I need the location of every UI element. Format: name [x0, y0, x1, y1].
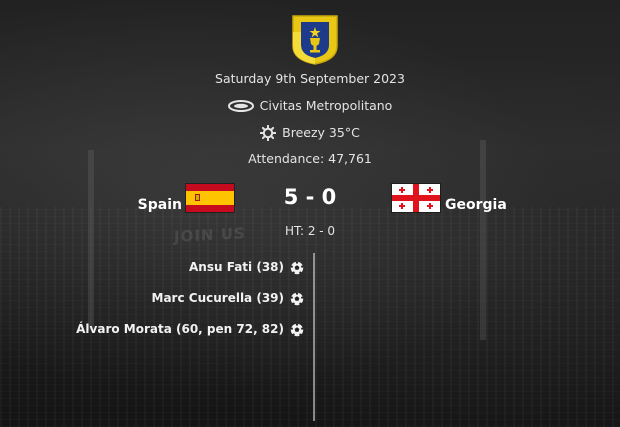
stand-pillar — [480, 140, 486, 340]
final-score: 5 - 0 — [283, 185, 337, 209]
football-icon — [290, 261, 304, 275]
home-scorer[interactable]: Marc Cucurella (39) — [152, 291, 284, 305]
football-icon — [290, 323, 304, 337]
half-time-score: HT: 2 - 0 — [284, 224, 336, 238]
home-scorer[interactable]: Ansu Fati (38) — [189, 260, 284, 274]
stadium-row: Civitas Metropolitano — [0, 97, 620, 113]
competition-logo — [292, 15, 338, 65]
away-team-flag[interactable] — [392, 184, 440, 212]
stand-pillar — [88, 150, 94, 330]
home-scorer[interactable]: Álvaro Morata (60, pen 72, 82) — [76, 322, 284, 336]
weather-icon — [260, 124, 277, 141]
stadium-icon — [227, 99, 254, 112]
match-date: Saturday 9th September 2023 — [215, 71, 405, 86]
football-icon — [290, 292, 304, 306]
weather-text: Breezy 35°C — [282, 125, 360, 140]
weather-row: Breezy 35°C — [0, 124, 620, 141]
attendance: Attendance: 47,761 — [248, 151, 372, 166]
scorers-divider — [313, 253, 315, 421]
stadium-name: Civitas Metropolitano — [259, 98, 393, 113]
away-team-name[interactable]: Georgia — [445, 197, 507, 213]
